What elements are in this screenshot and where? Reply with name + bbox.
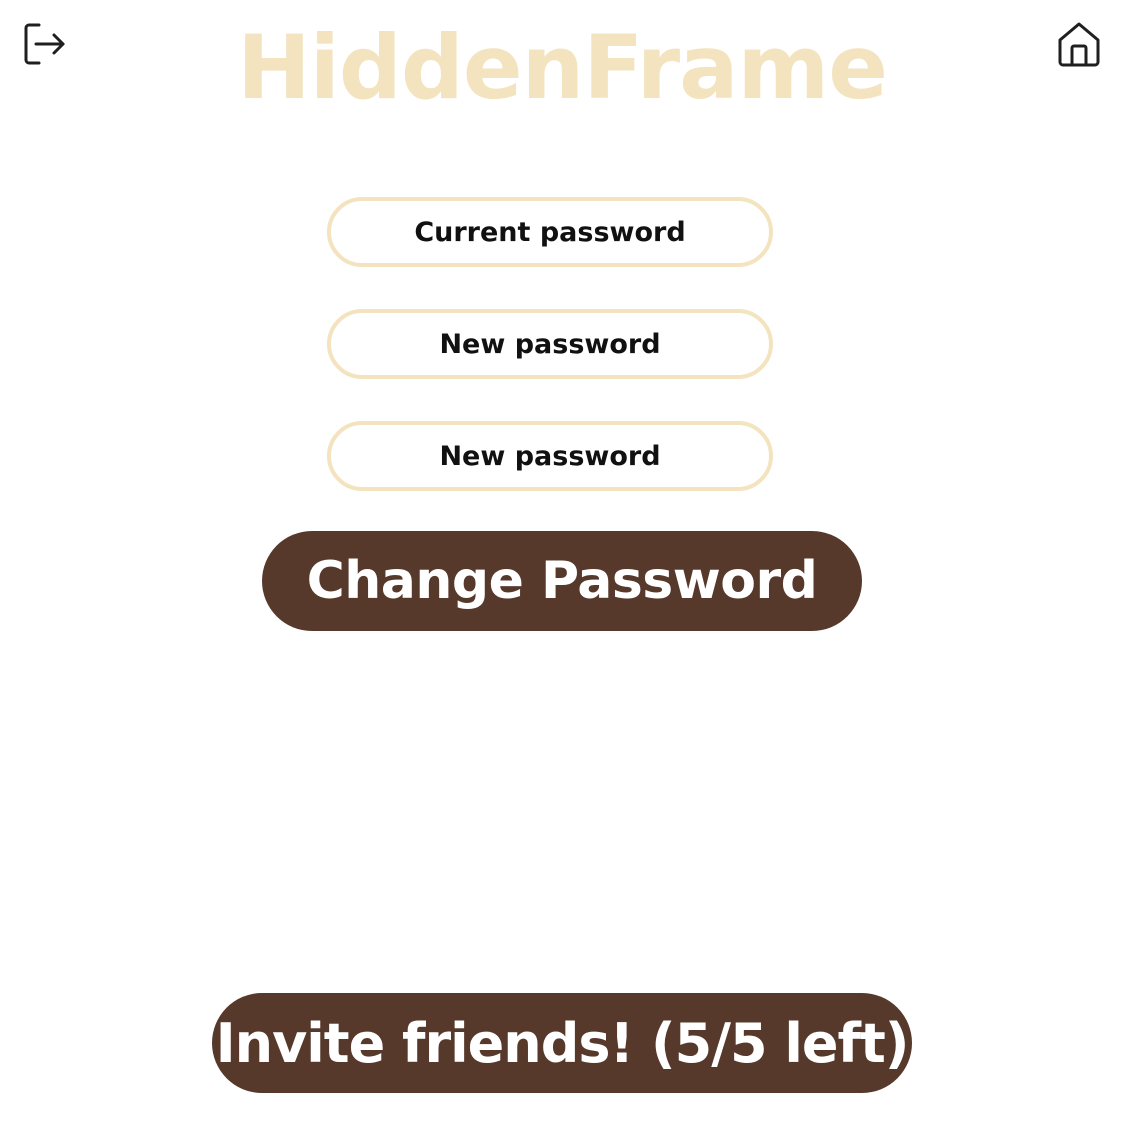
current-password-field [327, 197, 773, 267]
change-password-button[interactable]: Change Password [262, 531, 862, 631]
confirm-password-field [327, 421, 773, 491]
home-icon [1058, 22, 1100, 67]
new-password-field [327, 309, 773, 379]
confirm-password-input[interactable] [331, 424, 769, 488]
invite-friends-button[interactable]: Invite friends! (5/5 left) [212, 993, 912, 1093]
brand-title: HiddenFrame [237, 16, 888, 119]
current-password-input[interactable] [331, 200, 769, 264]
new-password-input[interactable] [331, 312, 769, 376]
home-button[interactable] [1055, 20, 1103, 68]
